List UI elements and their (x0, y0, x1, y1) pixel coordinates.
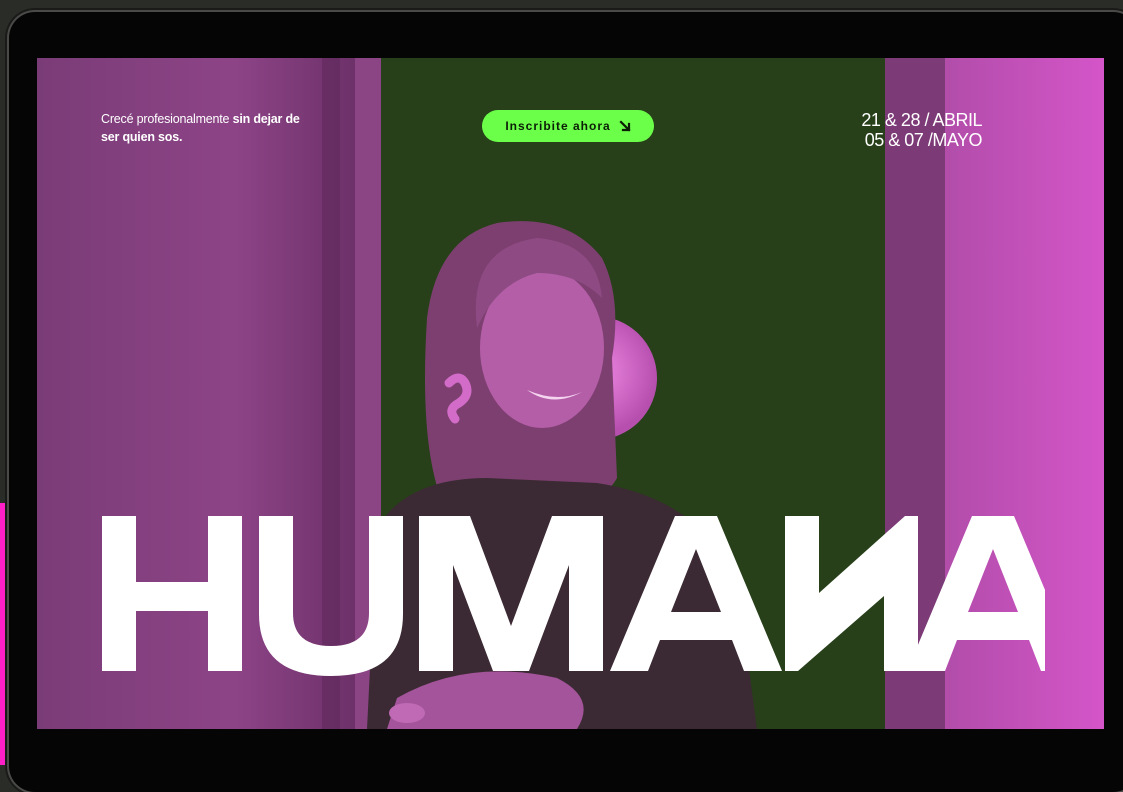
dates-line-1: 21 & 28 / ABRIL (861, 110, 982, 130)
hero-screen: Crecé profesionalmente sin dejar de ser … (37, 58, 1104, 729)
dates-line-2: 05 & 07 /MAYO (864, 130, 983, 150)
tagline-regular: Crecé profesionalmente (101, 112, 233, 126)
brand-wordmark (102, 516, 1045, 676)
tagline: Crecé profesionalmente sin dejar de ser … (101, 110, 301, 146)
event-dates: 21 & 28 / ABRIL 05 & 07 /MAYO (861, 110, 982, 150)
register-button-label: Inscribite ahora (505, 119, 611, 133)
arrow-down-right-icon (619, 120, 631, 132)
register-button[interactable]: Inscribite ahora (482, 110, 654, 142)
